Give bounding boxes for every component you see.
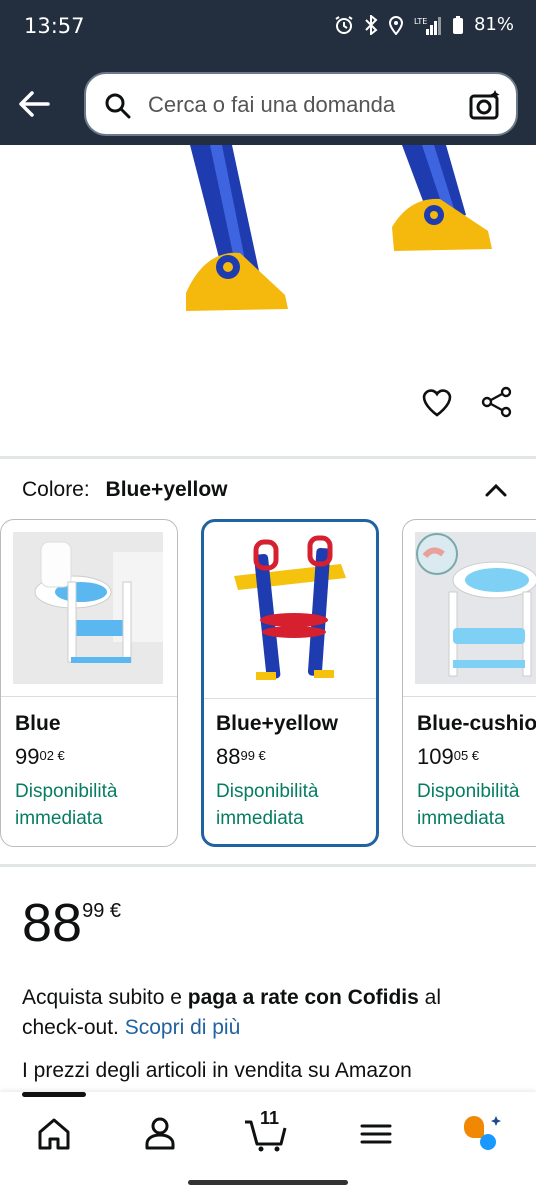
variant-availability: Disponibilità immediata (417, 781, 520, 829)
variant-name: Blue-cushion (417, 712, 536, 735)
back-button[interactable] (14, 84, 54, 124)
search-input[interactable]: Cerca o fai una domanda (148, 92, 395, 118)
variant-price: 10905 € (417, 744, 480, 769)
search-bar[interactable]: Cerca o fai una domanda (84, 72, 518, 136)
status-time: 13:57 (24, 14, 85, 38)
color-selected-value: Blue+yellow (105, 478, 228, 501)
color-selector-header[interactable]: Colore: Blue+yellow (22, 478, 518, 502)
search-icon (105, 93, 131, 119)
nav-menu[interactable] (352, 1114, 400, 1154)
nav-rufus[interactable] (458, 1114, 506, 1154)
share-icon[interactable] (480, 385, 514, 419)
camera-search-icon[interactable] (468, 88, 502, 122)
variant-price: 8899 € (216, 744, 266, 769)
system-home-indicator[interactable] (188, 1180, 348, 1185)
user-icon (145, 1117, 175, 1150)
variant-card-blue-cushion[interactable]: Blue-cushion 10905 € Disponibilità immed… (402, 519, 536, 847)
heart-icon[interactable] (420, 385, 454, 419)
variant-name: Blue+yellow (216, 712, 338, 735)
variant-card-blue-yellow[interactable]: Blue+yellow 8899 € Disponibilità immedia… (201, 519, 379, 847)
section-divider (0, 456, 536, 459)
location-icon (388, 15, 403, 35)
color-label: Colore: (22, 478, 90, 501)
top-bar: 13:57 LTE 81% Cerca o fai una domanda (0, 0, 536, 145)
alarm-icon (335, 15, 353, 34)
variant-availability: Disponibilità immediata (15, 781, 118, 829)
active-tab-indicator (22, 1092, 86, 1097)
product-actions (420, 385, 514, 419)
nav-cart[interactable]: 11 (242, 1108, 292, 1154)
variant-image (415, 532, 536, 684)
nav-home[interactable] (30, 1114, 78, 1154)
variant-card-blue[interactable]: Blue 9902 € Disponibilità immediata (0, 519, 178, 847)
cart-count: 11 (260, 1108, 280, 1128)
learn-more-link[interactable]: Scopri di più (125, 1016, 241, 1039)
price-note: I prezzi degli articoli in vendita su Am… (22, 1059, 412, 1082)
installment-promo: Acquista subito e paga a rate con Cofidi… (22, 986, 442, 1039)
nav-account[interactable] (136, 1114, 184, 1154)
signal-icon: LTE (414, 16, 441, 35)
section-divider (0, 864, 536, 867)
variant-name: Blue (15, 712, 61, 735)
variant-availability: Disponibilità immediata (216, 781, 319, 829)
rufus-assistant-icon (464, 1116, 501, 1150)
variant-image (13, 532, 163, 684)
battery-percent: 81% (473, 14, 514, 35)
bluetooth-icon (365, 14, 378, 35)
back-arrow-icon (19, 91, 50, 117)
chevron-up-icon[interactable] (484, 480, 508, 500)
battery-icon (452, 15, 463, 34)
variant-image (216, 534, 366, 686)
status-bar: 13:57 LTE 81% (0, 0, 536, 56)
svg-text:LTE: LTE (414, 17, 427, 26)
product-price: 8899 € (22, 893, 122, 953)
status-icons: LTE 81% (334, 14, 514, 35)
variant-price: 9902 € (15, 744, 65, 769)
home-icon (38, 1118, 70, 1150)
menu-icon (360, 1124, 392, 1144)
